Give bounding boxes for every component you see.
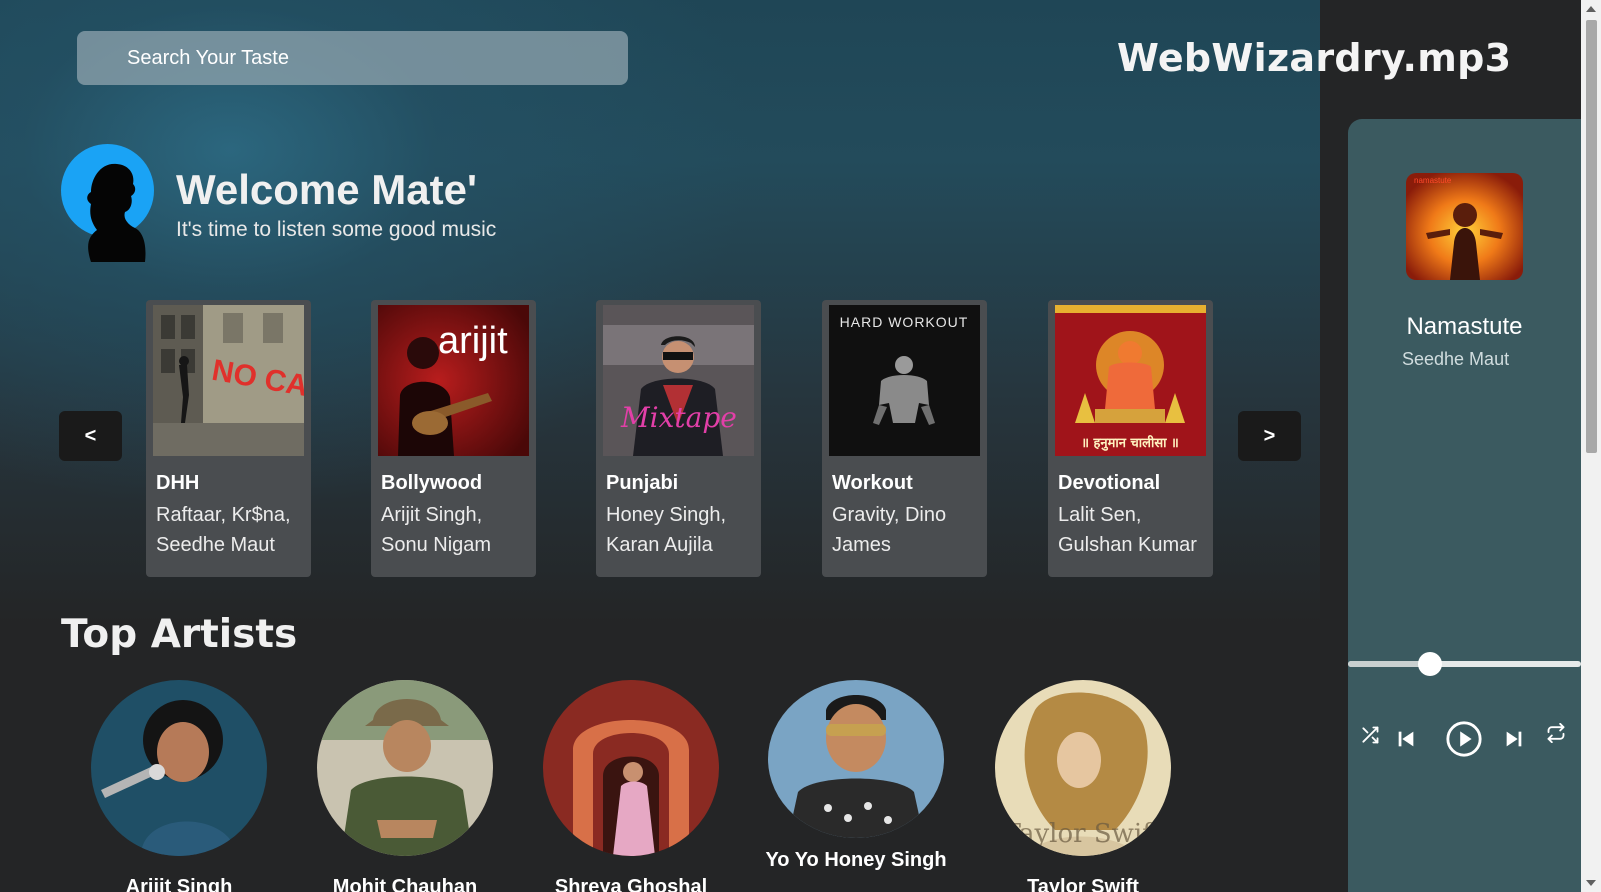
artist-photo [91,680,267,856]
artist-name: Yo Yo Honey Singh [765,849,947,871]
progress-knob[interactable] [1417,652,1442,676]
scroll-down-icon[interactable] [1586,880,1596,886]
artist-item-shreya-ghoshal[interactable]: Shreya Ghoshal [543,680,719,892]
artist-name: Arijit Singh [125,876,233,892]
artist-name: Shreya Ghoshal [554,876,708,892]
playlist-card-devotional[interactable]: ॥ हनुमान चालीसा ॥ Devotional Lalit Sen, … [1048,300,1213,577]
scroll-up-icon[interactable] [1586,6,1596,12]
playlist-name: Punjabi [606,472,679,494]
now-playing-cover: namastute [1406,173,1523,280]
playlist-artists: Gravity, Dino James [832,504,947,556]
svg-text:॥ हनुमान चालीसा ॥: ॥ हनुमान चालीसा ॥ [1081,435,1179,451]
no-cap-cover: NO CAP [153,305,304,456]
artist-photo [768,680,944,838]
artist-item-arijit-singh[interactable]: Arijit Singh [91,680,267,892]
shuffle-icon[interactable] [1358,723,1382,747]
playlist-card-punjabi[interactable]: Mixtape Punjabi Honey Singh, Karan Aujil… [596,300,761,577]
user-silhouette-icon [61,144,154,262]
playlist-name: Workout [832,472,913,494]
carousel-prev-button[interactable]: < [59,411,122,461]
carousel-next-button[interactable]: > [1238,411,1301,461]
next-icon[interactable] [1502,727,1526,751]
progress-slider[interactable] [1348,652,1581,676]
playlist-name: DHH [156,472,200,494]
artist-name: Taylor Swift [1027,876,1139,892]
artist-item-mohit-chauhan[interactable]: Mohit Chauhan [317,680,493,892]
welcome-title: Welcome Mate' [176,166,477,213]
mixtape-cover: Mixtape [603,305,754,456]
artist-item-taylor-swift[interactable]: Taylor Swift Taylor Swift [995,680,1171,892]
playlist-artists: Honey Singh, Karan Aujila [606,504,727,556]
repeat-icon[interactable] [1544,721,1568,745]
svg-text:namastute: namastute [1414,176,1452,185]
play-icon[interactable] [1444,719,1484,759]
top-artists-title: Top Artists [61,612,298,657]
page-scrollbar[interactable] [1581,0,1601,892]
svg-text:Mixtape: Mixtape [620,401,737,434]
playlist-artists: Raftaar, Kr$na, Seedhe Maut [156,504,291,556]
artist-item-yo-yo-honey-singh[interactable]: Yo Yo Honey Singh [765,680,947,871]
svg-text:Taylor Swift: Taylor Swift [1004,819,1163,849]
user-avatar [61,144,154,262]
arijit-cover: arijit [378,305,529,456]
previous-icon[interactable] [1394,727,1418,751]
hanuman-chalisa-cover: ॥ हनुमान चालीसा ॥ [1055,305,1206,456]
artist-photo [543,680,719,856]
now-playing-panel: namastute Namastute Seedhe Maut [1348,119,1581,892]
playlist-name: Bollywood [381,472,483,494]
app-logo: WebWizardry.mp3 [1117,36,1512,80]
now-playing-artist: Seedhe Maut [1402,349,1510,369]
welcome-subtitle: It's time to listen some good music [176,218,497,241]
hard-workout-cover: HARD WORKOUT [829,305,980,456]
search-bar[interactable] [77,31,628,85]
artist-name: Mohit Chauhan [332,876,478,892]
now-playing-title: Namastute [1406,313,1523,340]
playlist-artists: Lalit Sen, Gulshan Kumar [1058,504,1197,556]
artist-photo [317,680,493,856]
playlist-name: Devotional [1058,472,1161,494]
svg-text:HARD WORKOUT: HARD WORKOUT [840,314,969,330]
search-input[interactable] [77,31,628,85]
playlist-card-dhh[interactable]: NO CAP DHH Raftaar, Kr$na, Seedhe Maut [146,300,311,577]
svg-text:arijit: arijit [438,320,508,362]
artist-photo: Taylor Swift [995,680,1171,856]
scroll-thumb[interactable] [1586,20,1597,453]
playlist-card-workout[interactable]: HARD WORKOUT Workout Gravity, Dino James [822,300,987,577]
playlist-card-bollywood[interactable]: arijit Bollywood Arijit Singh, Sonu Niga… [371,300,536,577]
playlist-artists: Arijit Singh, Sonu Nigam [381,504,492,556]
